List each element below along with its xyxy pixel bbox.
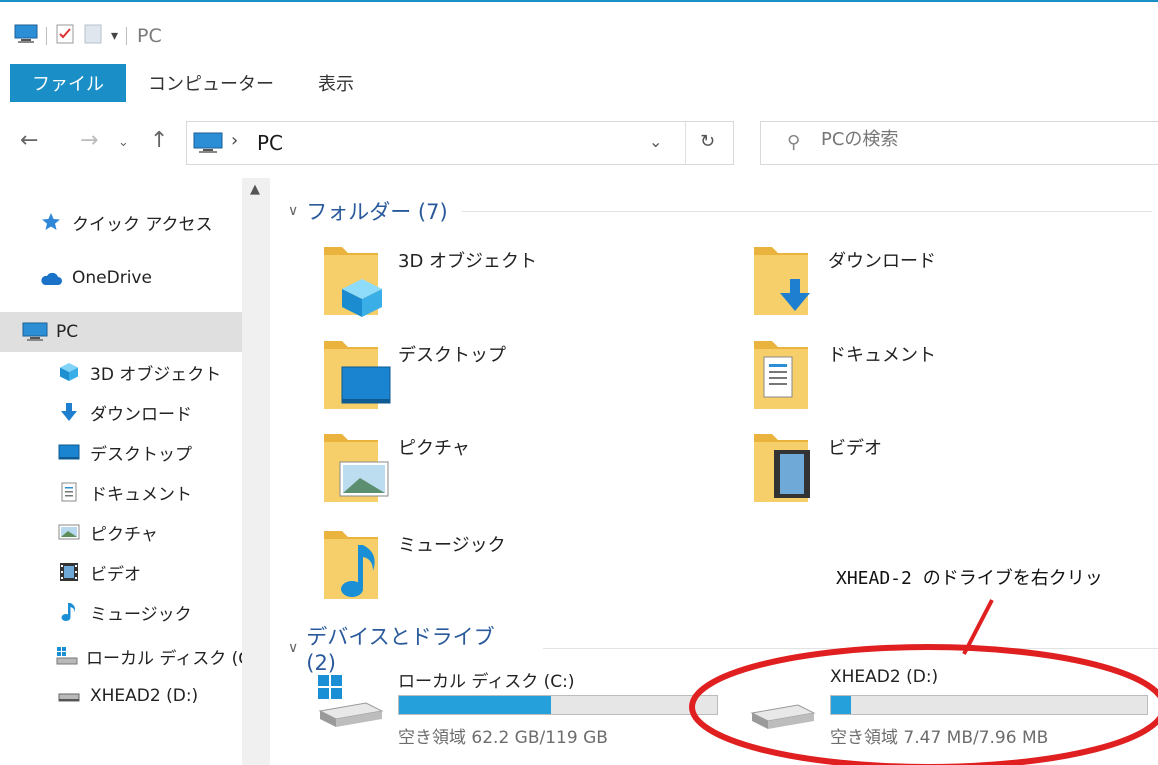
annotation-circle — [689, 644, 1158, 765]
annotation-overlay — [689, 599, 1158, 765]
